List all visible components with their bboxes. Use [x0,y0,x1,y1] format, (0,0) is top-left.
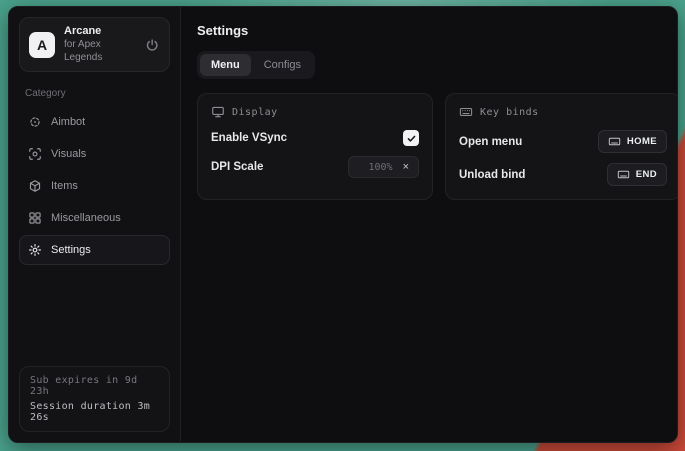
keybinds-card-title: Key binds [480,107,539,118]
cube-icon [28,179,42,193]
clear-icon[interactable]: × [401,160,411,174]
sidebar-item-label: Miscellaneous [51,212,121,224]
sidebar-item-miscellaneous[interactable]: Miscellaneous [19,203,170,233]
sidebar-nav: Aimbot Visuals Items [19,107,170,265]
session-duration-text: Session duration 3m 26s [30,401,159,423]
keyboard-icon [617,168,630,181]
open-menu-row: Open menu HOME [459,130,667,153]
sub-expires-text: Sub expires in 9d 23h [30,375,159,397]
tab-group: Menu Configs [197,51,315,79]
open-menu-key: HOME [627,136,657,147]
dpi-row: DPI Scale × [211,156,419,178]
unload-bind-key: END [636,169,657,180]
unload-bind-label: Unload bind [459,169,525,181]
settings-cards: Display Enable VSync DPI Scale × [197,93,678,200]
power-icon[interactable] [144,36,160,54]
monitor-icon [211,105,225,119]
sidebar-spacer [19,265,170,366]
app-name: Arcane [64,25,135,38]
dpi-input-group: × [348,156,419,178]
main-content: Settings Menu Configs Display Enable VSy… [181,7,678,442]
sidebar-item-label: Visuals [51,148,86,160]
vsync-label: Enable VSync [211,132,287,144]
open-menu-keybind-button[interactable]: HOME [598,130,667,153]
sidebar-item-label: Aimbot [51,116,85,128]
crosshair-icon [28,115,42,129]
display-card: Display Enable VSync DPI Scale × [197,93,433,200]
vsync-checkbox[interactable] [403,130,419,146]
sidebar-item-settings[interactable]: Settings [19,235,170,265]
app-window: A Arcane for Apex Legends Category Aimbo… [8,6,678,443]
brand-text: Arcane for Apex Legends [64,25,135,64]
sidebar-item-label: Items [51,180,78,192]
sidebar-item-label: Settings [51,244,91,256]
brand-header: A Arcane for Apex Legends [19,17,170,72]
vsync-row: Enable VSync [211,130,419,146]
gear-icon [28,243,42,257]
page-title: Settings [197,23,678,38]
sidebar-item-items[interactable]: Items [19,171,170,201]
open-menu-label: Open menu [459,136,522,148]
sidebar-item-aimbot[interactable]: Aimbot [19,107,170,137]
keybinds-card: Key binds Open menu HOME Unload bin [445,93,678,200]
subscription-info: Sub expires in 9d 23h Session duration 3… [19,366,170,432]
dpi-label: DPI Scale [211,161,263,173]
display-card-title: Display [232,107,278,118]
unload-bind-row: Unload bind END [459,163,667,186]
scan-icon [28,147,42,161]
grid-icon [28,211,42,225]
tab-menu[interactable]: Menu [200,54,251,76]
sidebar-item-visuals[interactable]: Visuals [19,139,170,169]
dpi-scale-input[interactable] [359,162,393,173]
keyboard-icon [459,105,473,119]
display-card-header: Display [211,105,419,119]
keybinds-card-header: Key binds [459,105,667,119]
app-subtitle: for Apex Legends [64,38,135,64]
tab-configs[interactable]: Configs [253,54,312,76]
sidebar: A Arcane for Apex Legends Category Aimbo… [9,7,181,442]
keyboard-icon [608,135,621,148]
category-label: Category [25,88,166,99]
app-logo: A [29,32,55,58]
unload-bind-keybind-button[interactable]: END [607,163,667,186]
